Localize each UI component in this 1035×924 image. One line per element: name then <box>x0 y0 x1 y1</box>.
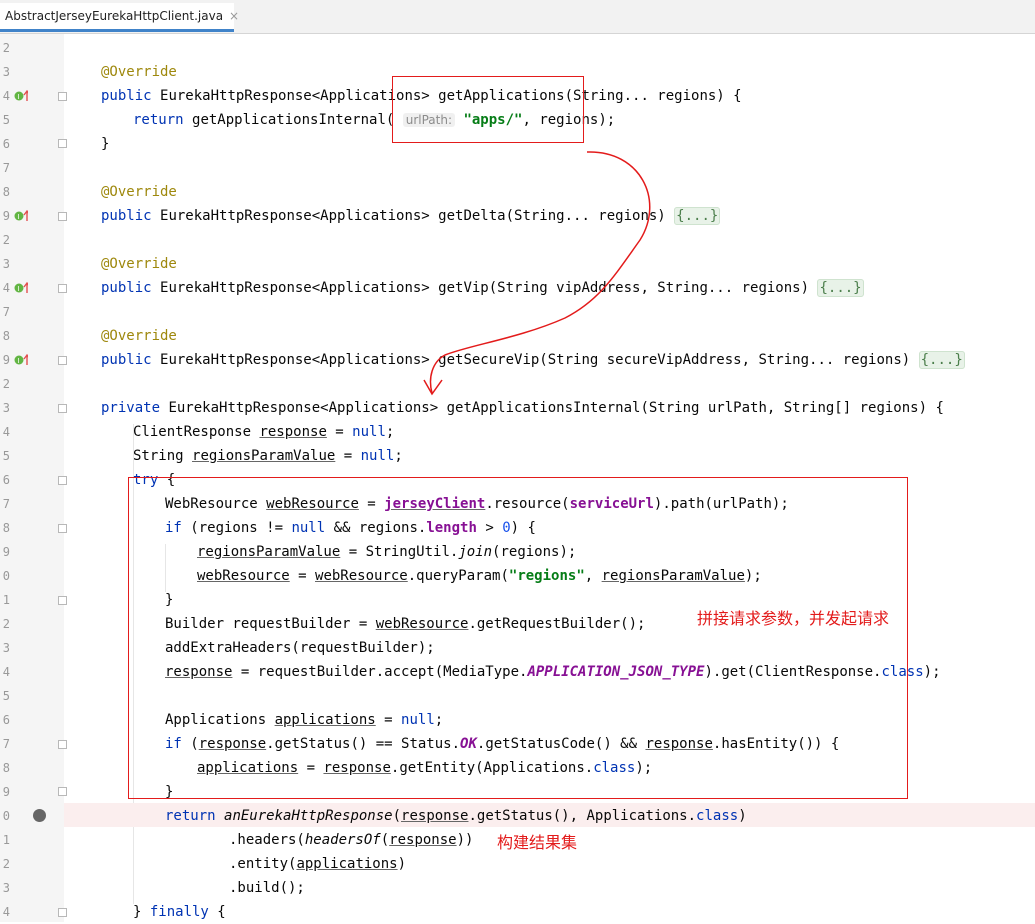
folded-code-block: {...} <box>674 207 721 225</box>
code-line[interactable]: .entity(applications) <box>0 852 1035 876</box>
code-line[interactable]: .build(); <box>0 876 1035 900</box>
annotation-note-result: 构建结果集 <box>497 833 578 852</box>
code-line[interactable]: private EurekaHttpResponse<Applications>… <box>0 396 1035 420</box>
line-number: 2 <box>2 41 10 55</box>
code-line[interactable]: String regionsParamValue = null; <box>0 444 1035 468</box>
code-line[interactable]: return anEurekaHttpResponse(response.get… <box>0 804 1035 828</box>
code-line[interactable]: public EurekaHttpResponse<Applications> … <box>0 348 1035 372</box>
line-number: 7 <box>2 305 10 319</box>
line-number: 7 <box>2 161 10 175</box>
code-line[interactable]: public EurekaHttpResponse<Applications> … <box>0 276 1035 300</box>
line-number: 5 <box>2 689 10 703</box>
annotation-box-apps-call <box>392 76 584 143</box>
code-line[interactable]: @Override <box>0 180 1035 204</box>
line-number: 2 <box>2 233 10 247</box>
code-line[interactable]: } finally { <box>0 900 1035 924</box>
editor-tab-bar: AbstractJerseyEurekaHttpClient.java × <box>0 0 1035 34</box>
close-icon[interactable]: × <box>229 9 239 23</box>
annotation-note-request: 拼接请求参数，并发起请求 <box>697 609 890 628</box>
line-number: 2 <box>2 377 10 391</box>
folded-code-block: {...} <box>817 279 864 297</box>
code-line[interactable]: ClientResponse response = null; <box>0 420 1035 444</box>
tab-label: AbstractJerseyEurekaHttpClient.java <box>5 9 224 23</box>
code-line[interactable]: @Override <box>0 252 1035 276</box>
tab-abstract-jersey-eureka-http-client[interactable]: AbstractJerseyEurekaHttpClient.java × <box>0 3 239 32</box>
folded-code-block: {...} <box>918 351 965 369</box>
code-line[interactable]: public EurekaHttpResponse<Applications> … <box>0 204 1035 228</box>
code-line[interactable]: @Override <box>0 324 1035 348</box>
annotation-box-request-block <box>128 477 908 799</box>
